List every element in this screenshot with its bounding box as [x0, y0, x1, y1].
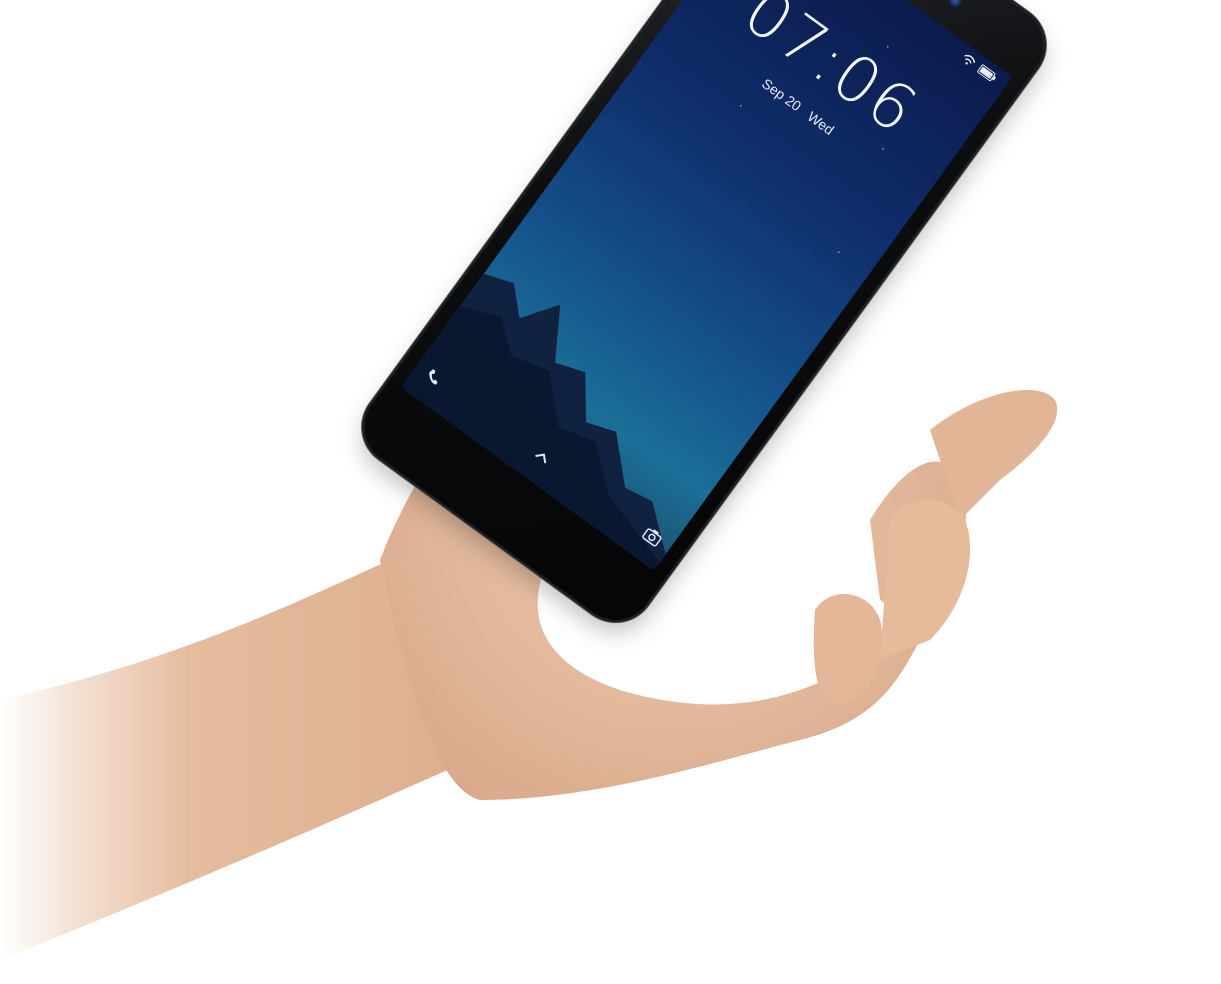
- camera-icon[interactable]: [638, 524, 665, 552]
- battery-icon: [975, 63, 999, 85]
- fingertip-shape: [880, 499, 971, 660]
- chevron-up-icon[interactable]: [530, 446, 554, 470]
- photo-scene: 07:06 Sep 20 Wed: [0, 0, 1221, 984]
- phone-icon[interactable]: [420, 365, 445, 391]
- front-camera-icon: [947, 0, 964, 11]
- wifi-icon: [959, 52, 978, 71]
